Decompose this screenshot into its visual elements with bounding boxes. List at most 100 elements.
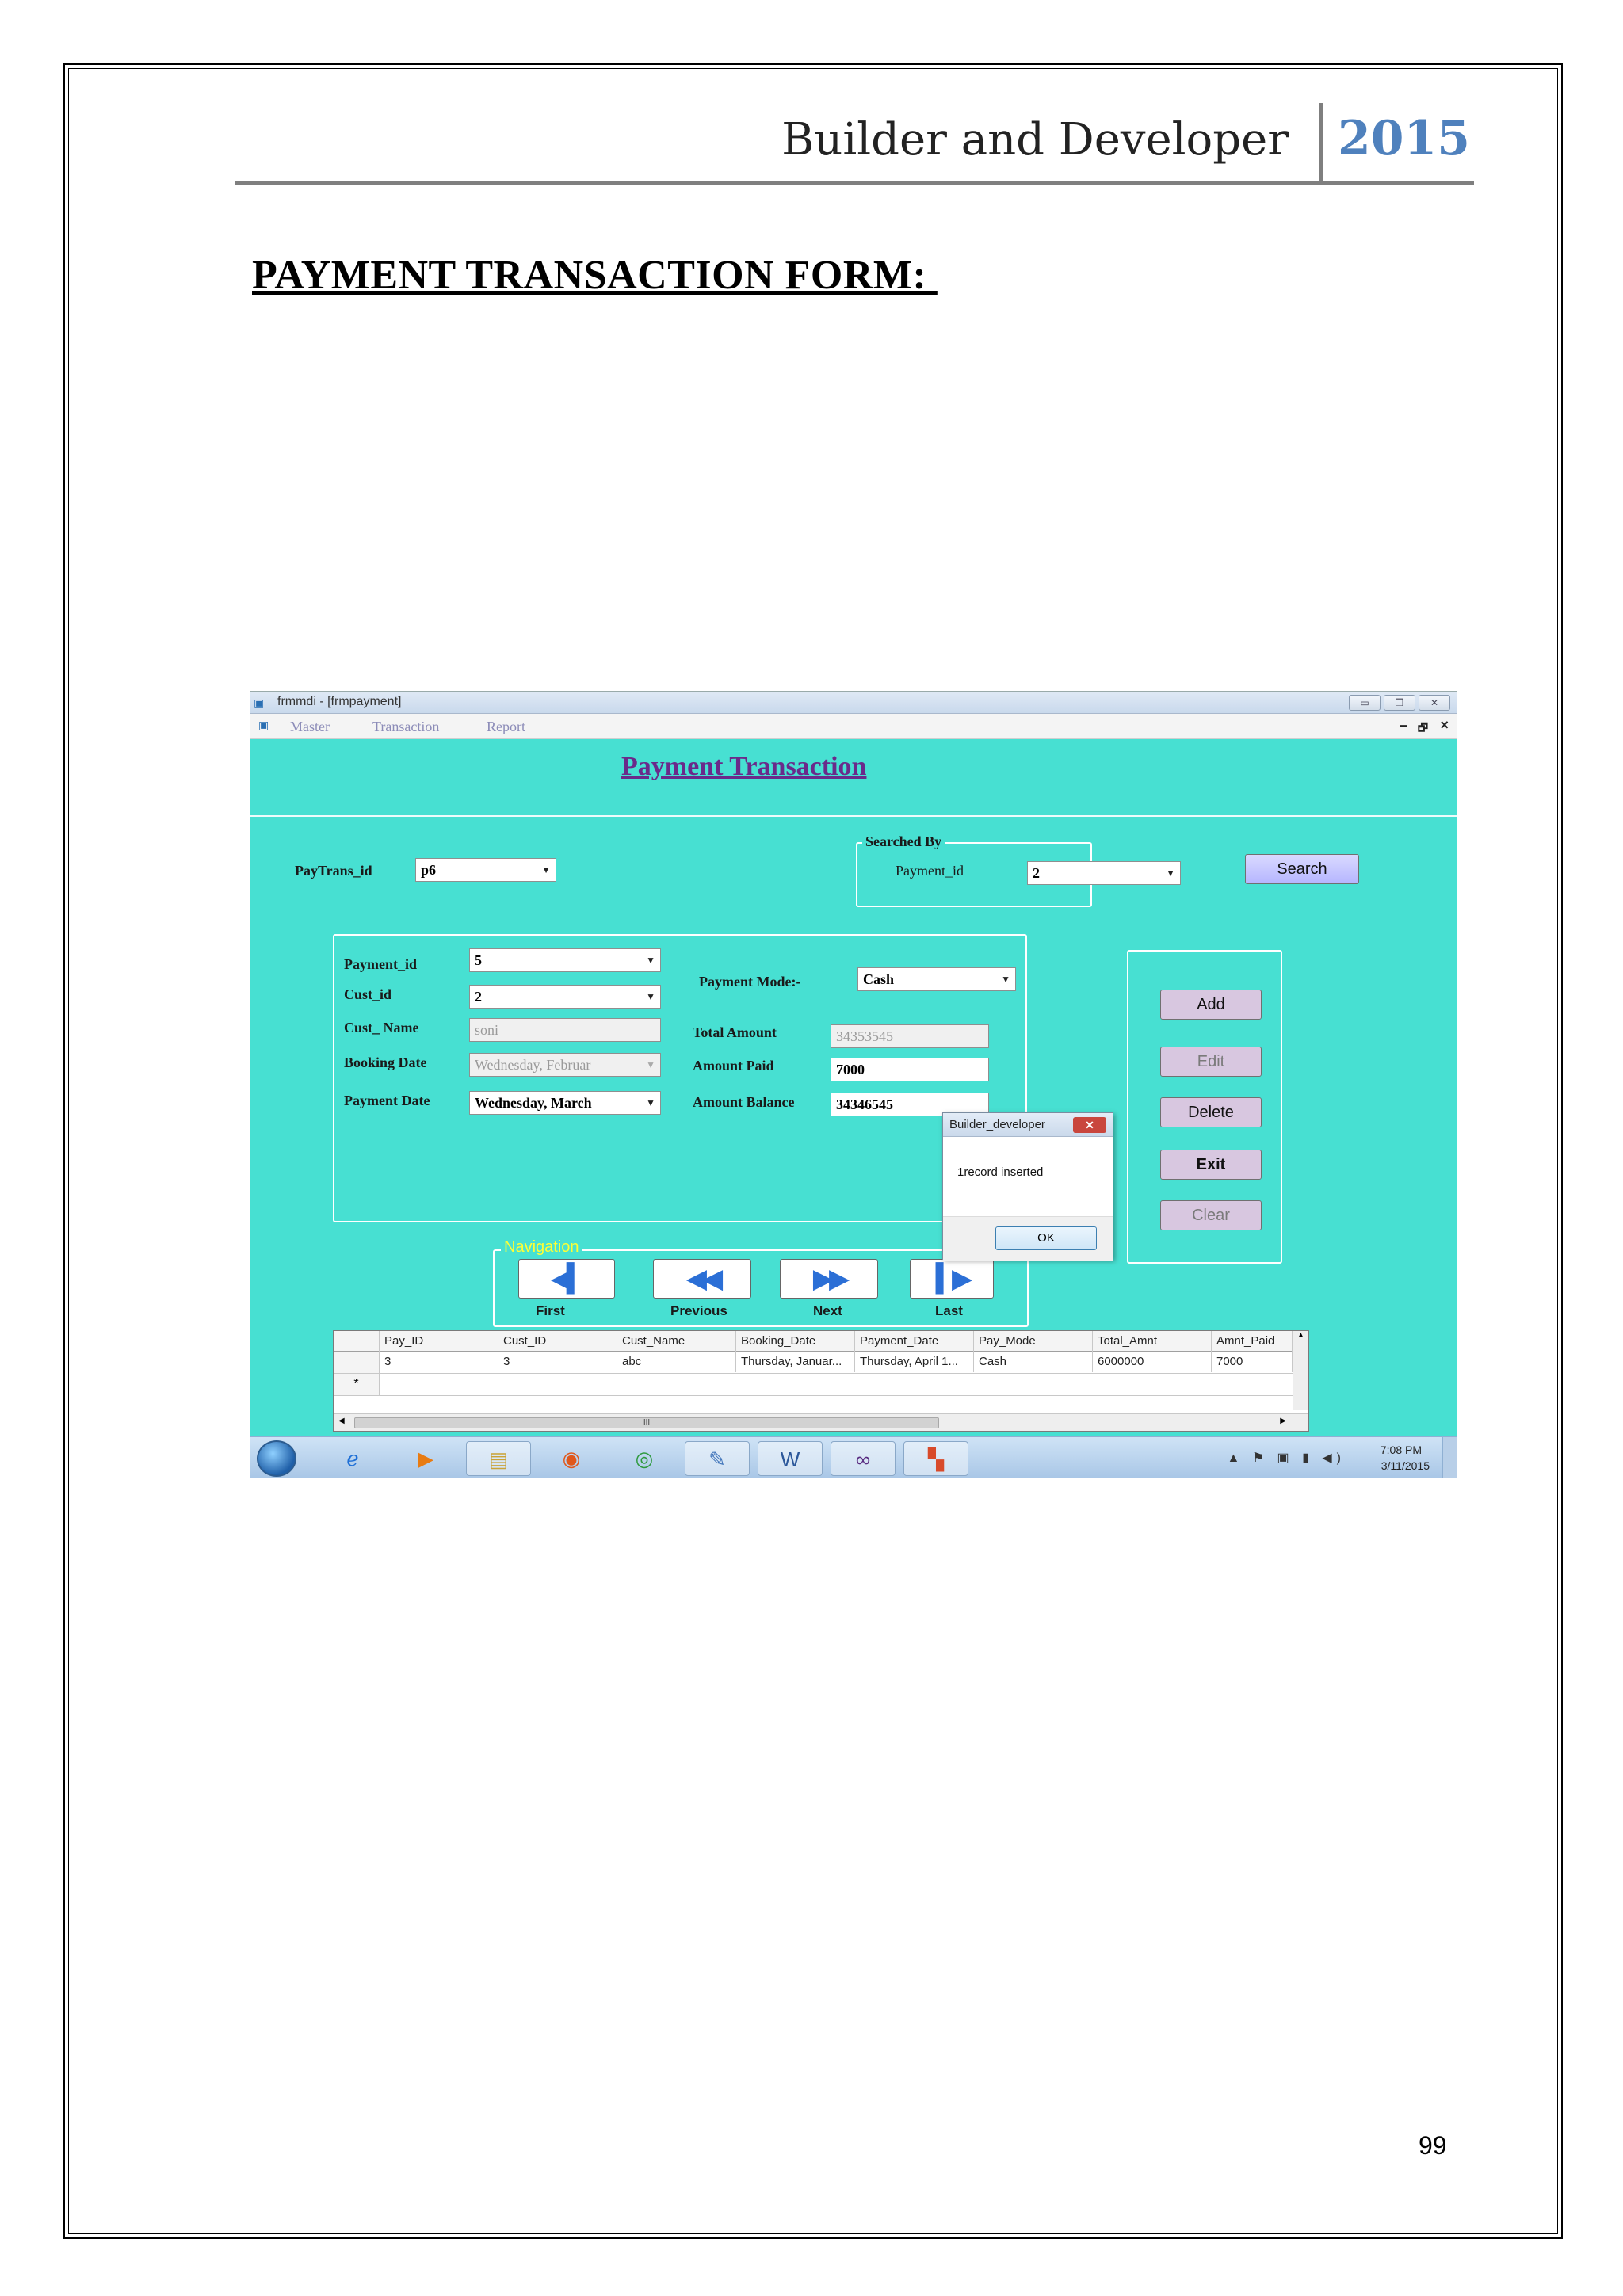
- menu-transaction[interactable]: Transaction: [372, 719, 439, 735]
- mdi-close-button[interactable]: ×: [1440, 717, 1449, 734]
- last-button[interactable]: ▍▶: [910, 1259, 994, 1299]
- media-player-icon[interactable]: ▶: [393, 1441, 458, 1476]
- message-box-titlebar: Builder_developer ✕: [943, 1113, 1113, 1137]
- cust-name-field[interactable]: soni: [469, 1018, 661, 1042]
- column-header[interactable]: Amnt_Paid: [1212, 1331, 1293, 1352]
- paint-icon[interactable]: ✎: [685, 1441, 750, 1476]
- table-row[interactable]: 3 3 abc Thursday, Januar... Thursday, Ap…: [334, 1352, 1293, 1374]
- menu-report[interactable]: Report: [487, 719, 525, 735]
- table-row-new[interactable]: *: [334, 1374, 1293, 1396]
- close-icon[interactable]: ✕: [1073, 1117, 1106, 1133]
- column-header[interactable]: Booking_Date: [736, 1331, 855, 1352]
- close-button[interactable]: ✕: [1419, 695, 1450, 711]
- table-cell[interactable]: Thursday, April 1...: [855, 1352, 974, 1372]
- edit-button[interactable]: Edit: [1160, 1047, 1262, 1077]
- minimize-button[interactable]: ▭: [1349, 695, 1381, 711]
- chrome-icon[interactable]: ◎: [612, 1441, 677, 1476]
- page-number: 99: [1419, 2131, 1447, 2160]
- paytrans-id-combo[interactable]: p6 ▼: [415, 858, 556, 882]
- header-title: Builder and Developer: [781, 114, 1289, 166]
- table-cell[interactable]: 3: [380, 1352, 498, 1372]
- booking-date-picker[interactable]: Wednesday, Februar ▼: [469, 1053, 661, 1077]
- payments-grid[interactable]: Pay_ID Cust_ID Cust_Name Booking_Date Pa…: [333, 1330, 1309, 1432]
- grid-header-row: Pay_ID Cust_ID Cust_Name Booking_Date Pa…: [334, 1331, 1293, 1352]
- scrollbar-thumb[interactable]: III: [354, 1417, 939, 1428]
- internet-explorer-icon[interactable]: ℯ: [320, 1441, 385, 1476]
- cust-id-combo[interactable]: 2 ▼: [469, 985, 661, 1009]
- amount-paid-field[interactable]: 7000: [831, 1058, 989, 1081]
- skip-forward-icon: ▍▶: [935, 1264, 972, 1294]
- row-header[interactable]: [334, 1352, 380, 1373]
- amount-balance-label: Amount Balance: [693, 1094, 795, 1110]
- mdi-restore-button[interactable]: 🗗: [1418, 719, 1428, 738]
- column-header[interactable]: Pay_ID: [380, 1331, 498, 1352]
- clear-button[interactable]: Clear: [1160, 1200, 1262, 1230]
- chevron-left-icon[interactable]: ◀: [338, 1417, 345, 1425]
- app-icon: ▣: [254, 696, 265, 709]
- add-button[interactable]: Add: [1160, 990, 1262, 1020]
- column-header[interactable]: Cust_Name: [617, 1331, 736, 1352]
- fast-forward-icon: ▶▶: [812, 1264, 850, 1294]
- chevron-right-icon[interactable]: ▶: [1280, 1417, 1286, 1425]
- previous-button[interactable]: ◀◀: [653, 1259, 751, 1299]
- app-window-icon[interactable]: ▚: [903, 1441, 968, 1476]
- table-cell[interactable]: Cash: [974, 1352, 1093, 1372]
- firefox-icon[interactable]: ◉: [539, 1441, 604, 1476]
- chevron-down-icon: ▼: [1001, 974, 1010, 985]
- exit-button[interactable]: Exit: [1160, 1150, 1262, 1180]
- table-cell[interactable]: 3: [498, 1352, 617, 1372]
- search-payment-id-combo[interactable]: 2 ▼: [1027, 861, 1181, 885]
- payment-mode-combo[interactable]: Cash ▼: [857, 967, 1016, 991]
- file-explorer-icon[interactable]: ▤: [466, 1441, 531, 1476]
- start-button[interactable]: [257, 1440, 296, 1477]
- next-button[interactable]: ▶▶: [780, 1259, 878, 1299]
- table-cell[interactable]: 6000000: [1093, 1352, 1212, 1372]
- header-divider: [1319, 103, 1323, 182]
- message-box: Builder_developer ✕ 1record inserted OK: [942, 1112, 1113, 1261]
- visual-studio-icon[interactable]: ∞: [831, 1441, 896, 1476]
- system-tray[interactable]: ▲ ⚑ ▣ ▮ ◀): [1227, 1450, 1346, 1466]
- payment-mode-value: Cash: [863, 971, 895, 987]
- grid-vertical-scrollbar[interactable]: ▲: [1293, 1331, 1308, 1410]
- column-header[interactable]: Payment_Date: [855, 1331, 974, 1352]
- chevron-down-icon: ▼: [646, 1059, 655, 1070]
- grid-corner: [334, 1331, 380, 1352]
- skip-back-icon: ◀▍: [550, 1264, 587, 1294]
- form-title: Payment Transaction: [621, 752, 867, 781]
- mdi-child-icon: ▣: [258, 719, 269, 731]
- ok-button[interactable]: OK: [995, 1226, 1097, 1250]
- payment-date-value: Wednesday, March: [475, 1095, 592, 1111]
- table-cell[interactable]: Thursday, Januar...: [736, 1352, 855, 1372]
- table-cell[interactable]: 7000: [1212, 1352, 1293, 1372]
- clock-date[interactable]: 3/11/2015: [1381, 1459, 1430, 1472]
- column-header[interactable]: Total_Amnt: [1093, 1331, 1212, 1352]
- message-box-footer: OK: [943, 1216, 1113, 1261]
- search-payment-id-value: 2: [1033, 865, 1040, 881]
- column-header[interactable]: Cust_ID: [498, 1331, 617, 1352]
- clock-time[interactable]: 7:08 PM: [1381, 1444, 1422, 1456]
- total-amount-field[interactable]: 34353545: [831, 1024, 989, 1048]
- delete-button[interactable]: Delete: [1160, 1097, 1262, 1127]
- menu-master[interactable]: Master: [290, 719, 330, 735]
- search-button[interactable]: Search: [1245, 854, 1359, 884]
- header-year: 2015: [1338, 111, 1470, 166]
- mdi-minimize-button[interactable]: –: [1400, 717, 1407, 734]
- column-header[interactable]: Pay_Mode: [974, 1331, 1093, 1352]
- grid-horizontal-scrollbar[interactable]: ◀ III ▶: [334, 1413, 1308, 1431]
- previous-label: Previous: [670, 1303, 727, 1318]
- cust-name-label: Cust_ Name: [344, 1020, 419, 1035]
- chevron-down-icon: ▼: [541, 864, 551, 875]
- message-text: 1record inserted: [957, 1165, 1044, 1179]
- payment-date-picker[interactable]: Wednesday, March ▼: [469, 1091, 661, 1115]
- payment-id-combo[interactable]: 5 ▼: [469, 948, 661, 972]
- first-button[interactable]: ◀▍: [518, 1259, 615, 1299]
- word-icon[interactable]: W: [758, 1441, 823, 1476]
- paytrans-id-label: PayTrans_id: [295, 863, 372, 879]
- table-cell[interactable]: abc: [617, 1352, 736, 1372]
- restore-button[interactable]: ❐: [1384, 695, 1415, 711]
- next-label: Next: [813, 1303, 842, 1318]
- title-divider: [250, 815, 1457, 817]
- cust-id-value: 2: [475, 989, 482, 1005]
- chevron-up-icon[interactable]: ▲: [1297, 1331, 1305, 1340]
- show-desktop-button[interactable]: [1442, 1437, 1457, 1478]
